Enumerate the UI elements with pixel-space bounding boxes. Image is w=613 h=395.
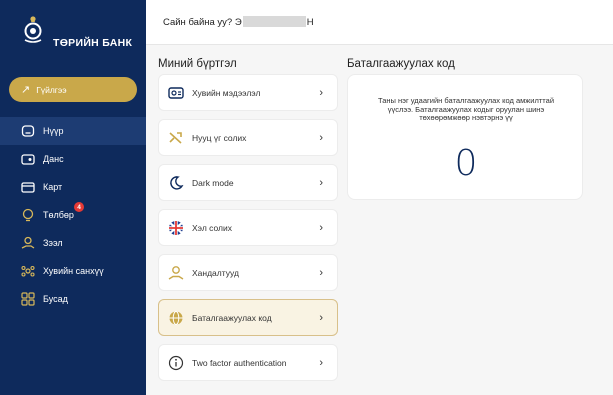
payment-icon [21, 208, 35, 222]
info-icon [168, 355, 184, 371]
chevron-right-icon: › [319, 87, 323, 99]
chevron-right-icon: › [319, 177, 323, 189]
account-icon [21, 152, 35, 166]
sidebar-item-label: Данс [43, 154, 64, 164]
sidebar-item-payments[interactable]: Төлбөр 4 [0, 201, 146, 229]
menu-label: Dark mode [192, 177, 234, 188]
key-icon [168, 130, 184, 146]
notification-badge: 4 [74, 202, 84, 212]
sidebar: ТӨРИЙН БАНК ↗ Гүйлгээ Нүүр Данс Карт Төл… [0, 0, 146, 395]
bank-name: ТӨРИЙН БАНК [53, 37, 133, 49]
menu-access[interactable]: Хандалтууд › [158, 254, 338, 291]
chevron-right-icon: › [319, 222, 323, 234]
redacted-name [242, 16, 306, 27]
menu-change-language[interactable]: Хэл солих › [158, 209, 338, 246]
grid-icon [21, 292, 35, 306]
sidebar-item-label: Зээл [43, 238, 63, 248]
verification-description: Таны нэг удаагийн баталгаажуулах код амж… [377, 96, 555, 123]
menu-label: Нууц үг солих [192, 132, 247, 143]
globe-icon [168, 310, 184, 326]
sidebar-item-loans[interactable]: Зээл [0, 229, 146, 257]
sidebar-item-cards[interactable]: Карт [0, 173, 146, 201]
arrow-up-right-icon: ↗ [21, 84, 31, 96]
uk-flag-icon [168, 220, 184, 236]
sidebar-item-label: Нүүр [43, 126, 64, 136]
verification-code-card: Таны нэг удаагийн баталгаажуулах код амж… [347, 74, 583, 200]
sidebar-item-label: Карт [43, 182, 63, 192]
menu-change-password[interactable]: Нууц үг солих › [158, 119, 338, 156]
sidebar-item-accounts[interactable]: Данс [0, 145, 146, 173]
sidebar-item-label: Төлбөр [43, 210, 74, 220]
verification-section-title: Баталгаажуулах код [347, 58, 455, 70]
bank-emblem-icon [24, 16, 42, 43]
moon-icon [168, 175, 184, 191]
bank-logo[interactable]: ТӨРИЙН БАНК [22, 14, 142, 58]
menu-label: Баталгаажуулах код [192, 312, 272, 323]
profile-section-title: Миний бүртгэл [158, 58, 237, 70]
access-icon [168, 265, 184, 281]
sidebar-item-label: Бусад [43, 294, 68, 304]
menu-two-factor[interactable]: Two factor authentication › [158, 344, 338, 381]
sidebar-item-personal-finance[interactable]: Хувийн санхүү [0, 257, 146, 285]
menu-label: Хандалтууд [192, 267, 239, 278]
menu-dark-mode[interactable]: Dark mode › [158, 164, 338, 201]
greeting-suffix: Н [306, 17, 314, 28]
verification-code-value: 0 [454, 143, 478, 184]
transaction-button[interactable]: ↗ Гүйлгээ [9, 77, 137, 102]
menu-label: Хувийн мэдээлэл [192, 87, 261, 98]
sidebar-item-other[interactable]: Бусад [0, 285, 146, 313]
menu-personal-info[interactable]: Хувийн мэдээлэл › [158, 74, 338, 111]
greeting-prefix: Сайн байна уу? Э [163, 17, 242, 28]
menu-label: Хэл солих [192, 222, 232, 233]
home-icon [21, 124, 35, 138]
greeting-text: Сайн байна уу? Э Н [163, 16, 314, 28]
chevron-right-icon: › [319, 132, 323, 144]
loan-icon [21, 236, 35, 250]
chevron-right-icon: › [319, 312, 323, 324]
chevron-right-icon: › [319, 267, 323, 279]
menu-label: Two factor authentication [192, 357, 287, 368]
finance-icon [21, 264, 35, 278]
sidebar-item-home[interactable]: Нүүр [0, 117, 146, 145]
transaction-button-label: Гүйлгээ [36, 84, 67, 95]
card-icon [21, 180, 35, 194]
sidebar-item-label: Хувийн санхүү [43, 266, 104, 276]
menu-verification-code[interactable]: Баталгаажуулах код › [158, 299, 338, 336]
chevron-right-icon: › [319, 357, 323, 369]
top-header: Сайн байна уу? Э Н [146, 0, 613, 45]
id-card-icon [168, 85, 184, 101]
